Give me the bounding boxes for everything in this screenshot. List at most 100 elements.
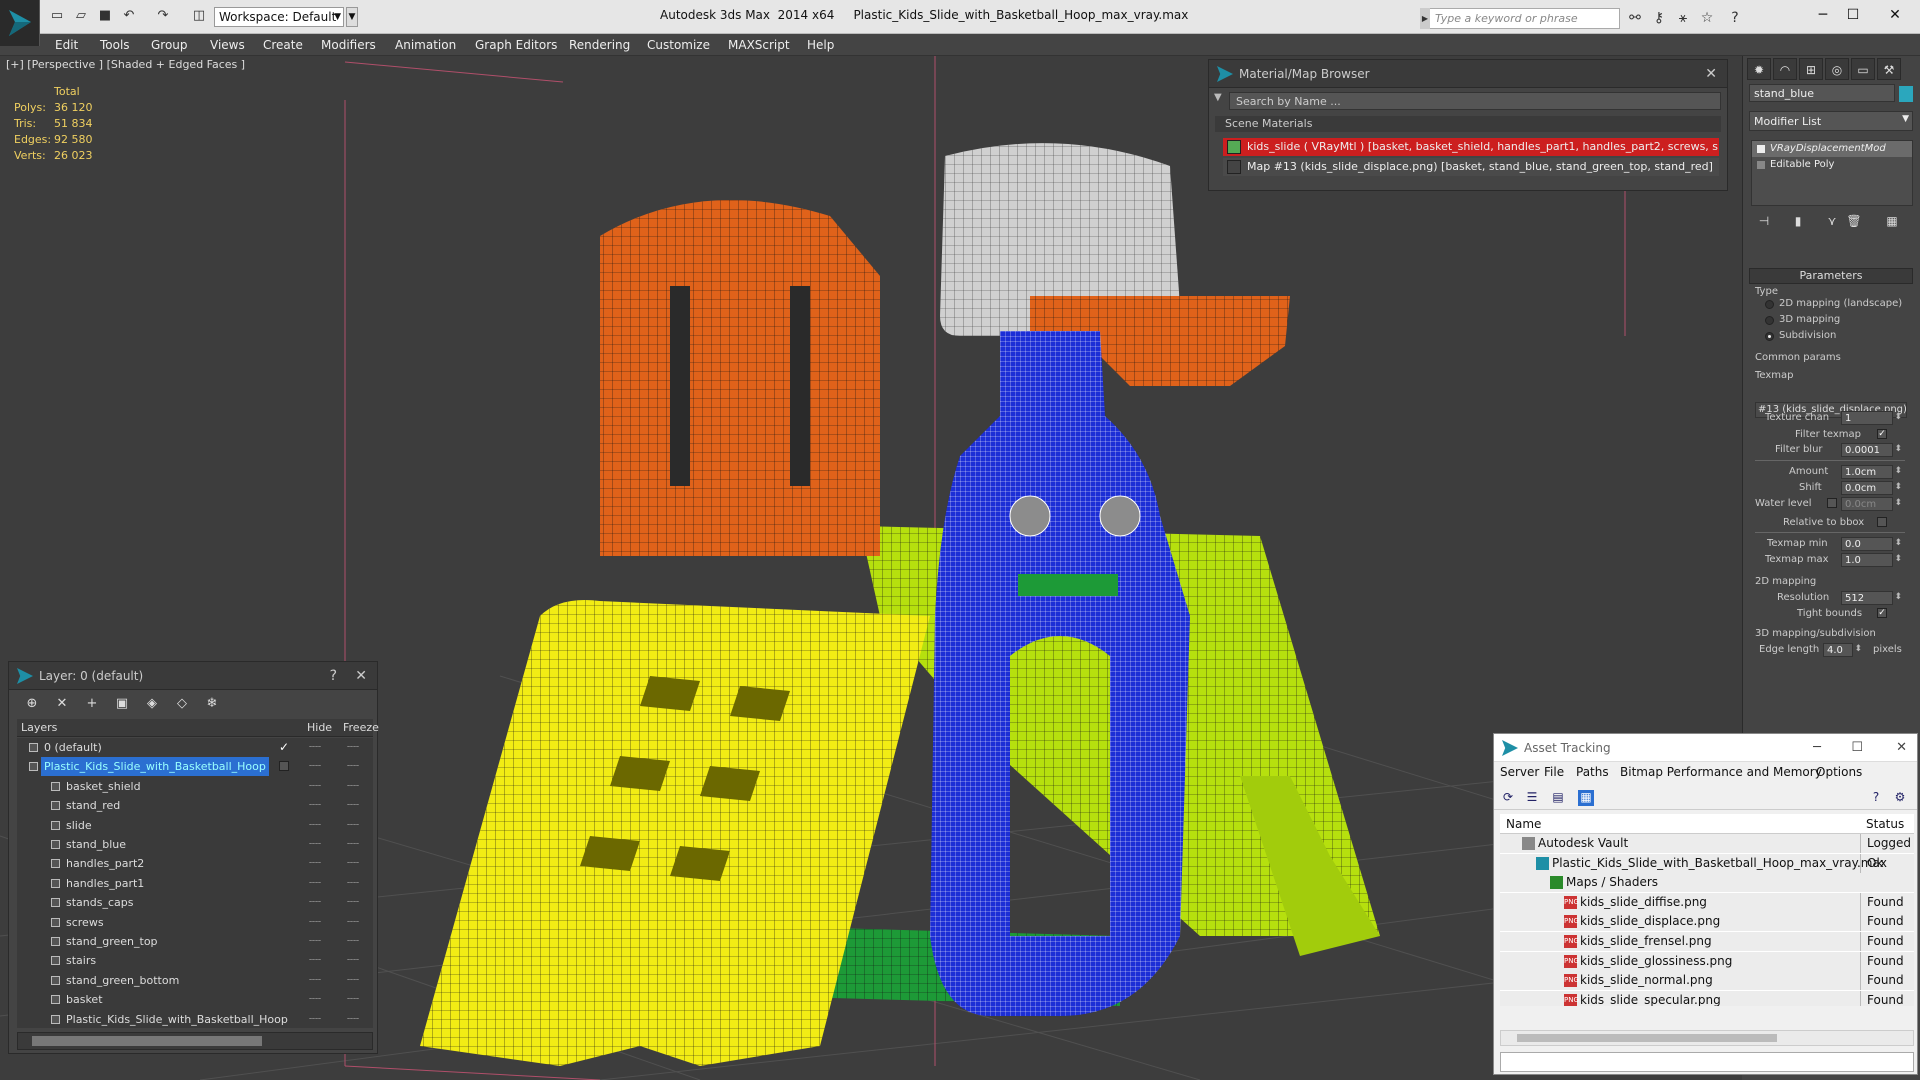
freeze-toggle[interactable]: ┄┄ (347, 913, 359, 932)
texture-chan-spinner[interactable]: 1 (1841, 411, 1902, 425)
close-button[interactable]: ✕ (1872, 0, 1918, 30)
layer-row[interactable]: stairs ┄┄ ┄┄ (17, 951, 373, 970)
water-level-checkbox[interactable] (1827, 498, 1837, 508)
hide-toggle[interactable]: ┄┄ (309, 757, 321, 776)
menu-create[interactable]: Create (263, 34, 303, 56)
layer-row[interactable]: screws ┄┄ ┄┄ (17, 913, 373, 932)
asset-tracking-titlebar[interactable]: Asset Tracking ─ ☐ ✕ (1494, 734, 1917, 762)
maximize-button[interactable]: ☐ (1830, 0, 1876, 30)
hide-toggle[interactable]: ┄┄ (309, 835, 321, 854)
layer-manager-titlebar[interactable]: Layer: 0 (default)? ✕ (9, 662, 377, 690)
asset-path-field[interactable] (1500, 1052, 1914, 1072)
asset-row[interactable]: PNG kids_slide_specular.png Found (1500, 990, 1914, 1006)
layer-row[interactable]: stand_blue ┄┄ ┄┄ (17, 835, 373, 854)
object-name-field[interactable]: stand_blue (1749, 84, 1895, 102)
freeze-toggle[interactable]: ┄┄ (347, 796, 359, 815)
menu-views[interactable]: Views (210, 34, 245, 56)
configure-sets-icon[interactable]: ▦ (1883, 214, 1901, 232)
hide-toggle[interactable]: ┄┄ (309, 874, 321, 893)
freeze-toggle[interactable]: ┄┄ (347, 932, 359, 951)
exchange-icon[interactable]: ⚹ (1674, 9, 1692, 27)
layer-horizontal-scrollbar[interactable] (17, 1032, 373, 1050)
asset-row[interactable]: Maps / Shaders (1500, 873, 1914, 893)
hide-column-header[interactable]: Hide (307, 719, 332, 737)
name-column-header[interactable]: Name (1506, 817, 1541, 831)
freeze-toggle[interactable]: ┄┄ (347, 854, 359, 873)
asset-row[interactable]: PNG kids_slide_normal.png Found (1500, 971, 1914, 991)
asset-menu-server[interactable]: Server (1500, 765, 1539, 779)
viewport-label[interactable]: [+] [Perspective ] [Shaded + Edged Faces… (6, 58, 245, 71)
freeze-toggle[interactable]: ┄┄ (347, 757, 359, 776)
save-file-icon[interactable]: ■ (96, 7, 114, 25)
freeze-toggle[interactable]: ┄┄ (347, 816, 359, 835)
resolution-spinner[interactable]: 512 (1841, 591, 1902, 605)
type-radio-2d[interactable] (1765, 300, 1774, 309)
menu-edit[interactable]: Edit (55, 34, 78, 56)
star-icon[interactable]: ☆ (1698, 9, 1716, 27)
hide-toggle[interactable]: ┄┄ (309, 990, 321, 1009)
refresh-icon[interactable]: ⟳ (1500, 790, 1516, 806)
asset-row[interactable]: Autodesk Vault Logged Out (1500, 834, 1914, 853)
layer-row[interactable]: handles_part1 ┄┄ ┄┄ (17, 874, 373, 893)
menu-graph-editors[interactable]: Graph Editors (475, 34, 557, 56)
layer-row[interactable]: basket ┄┄ ┄┄ (17, 990, 373, 1009)
hide-toggle[interactable]: ┄┄ (309, 893, 321, 912)
asset-row[interactable]: PNG kids_slide_glossiness.png Found (1500, 951, 1914, 971)
hide-toggle[interactable]: ┄┄ (309, 1010, 321, 1028)
thumbnail-view-icon[interactable]: ▤ (1550, 790, 1566, 806)
layer-row[interactable]: 0 (default) ✓ ┄┄ ┄┄ (17, 738, 373, 757)
asset-row[interactable]: PNG kids_slide_frensel.png Found (1500, 932, 1914, 951)
material-browser-titlebar[interactable]: Material/Map Browser ✕ (1209, 60, 1727, 88)
hide-toggle[interactable]: ┄┄ (309, 796, 321, 815)
maximize-icon[interactable]: ☐ (1851, 734, 1863, 762)
type-radio-subdivision[interactable] (1765, 332, 1774, 341)
scrollbar-thumb[interactable] (1517, 1034, 1777, 1042)
key-icon[interactable]: ⚷ (1650, 9, 1668, 27)
hide-toggle[interactable]: ┄┄ (309, 854, 321, 873)
menu-rendering[interactable]: Rendering (569, 34, 630, 56)
highlight-layer-icon[interactable]: ◈ (143, 695, 161, 713)
freeze-toggle[interactable]: ┄┄ (347, 990, 359, 1009)
layer-row[interactable]: stands_caps ┄┄ ┄┄ (17, 893, 373, 912)
layer-row[interactable]: Plastic_Kids_Slide_with_Basketball_Hoop ┄… (17, 757, 373, 777)
project-folder-icon[interactable]: ◫ (190, 7, 208, 25)
hide-toggle[interactable]: ┄┄ (309, 816, 321, 835)
redo-icon[interactable]: ↷ (154, 7, 172, 25)
texmap-max-spinner[interactable]: 1.0 (1841, 553, 1902, 567)
open-file-icon[interactable]: ▱ (72, 7, 90, 25)
table-view-icon[interactable]: ▦ (1578, 790, 1594, 806)
asset-menu-paths[interactable]: Paths (1576, 765, 1609, 779)
layers-column-header[interactable]: Layers (21, 719, 57, 737)
object-color-swatch[interactable] (1899, 86, 1913, 102)
layer-row[interactable]: Plastic_Kids_Slide_with_Basketball_Hoop ┄… (17, 1010, 373, 1028)
asset-horizontal-scrollbar[interactable] (1500, 1030, 1914, 1046)
hierarchy-tab-icon[interactable]: ⊞ (1799, 58, 1823, 80)
select-objects-icon[interactable]: ▣ (113, 695, 131, 713)
undo-icon[interactable]: ↶ (120, 7, 138, 25)
app-logo-button[interactable] (0, 0, 40, 46)
type-radio-3d[interactable] (1765, 316, 1774, 325)
freeze-toggle[interactable]: ┄┄ (347, 738, 359, 757)
hide-toggle[interactable]: ┄┄ (309, 971, 321, 990)
help-icon[interactable]: ? (330, 662, 337, 690)
current-layer-check-icon[interactable]: ✓ (279, 738, 289, 757)
menu-modifiers[interactable]: Modifiers (321, 34, 376, 56)
scrollbar-thumb[interactable] (32, 1036, 262, 1046)
stack-item-vray-displacement[interactable]: VRayDisplacementMod (1752, 141, 1912, 157)
pin-stack-icon[interactable]: ⊣ (1755, 214, 1773, 232)
hide-toggle[interactable]: ┄┄ (309, 738, 321, 757)
new-file-icon[interactable]: ▭ (48, 7, 66, 25)
minimize-icon[interactable]: ─ (1813, 734, 1821, 762)
relative-bbox-checkbox[interactable] (1877, 517, 1887, 527)
close-icon[interactable]: ✕ (355, 662, 367, 690)
create-tab-icon[interactable]: ✹ (1747, 58, 1771, 80)
asset-row[interactable]: PNG kids_slide_diffise.png Found (1500, 892, 1914, 912)
remove-modifier-icon[interactable]: 🗑 (1845, 214, 1863, 232)
hide-toggle[interactable]: ┄┄ (309, 777, 321, 796)
workspace-dropdown[interactable]: Workspace: Default ▼ (214, 7, 344, 27)
workspace-menu-arrow[interactable]: ▼ (346, 7, 358, 27)
tight-bounds-checkbox[interactable]: ✓ (1877, 608, 1887, 618)
show-end-result-icon[interactable]: ▮ (1789, 214, 1807, 232)
delete-layer-icon[interactable]: ✕ (53, 695, 71, 713)
freeze-toggle[interactable]: ┄┄ (347, 874, 359, 893)
